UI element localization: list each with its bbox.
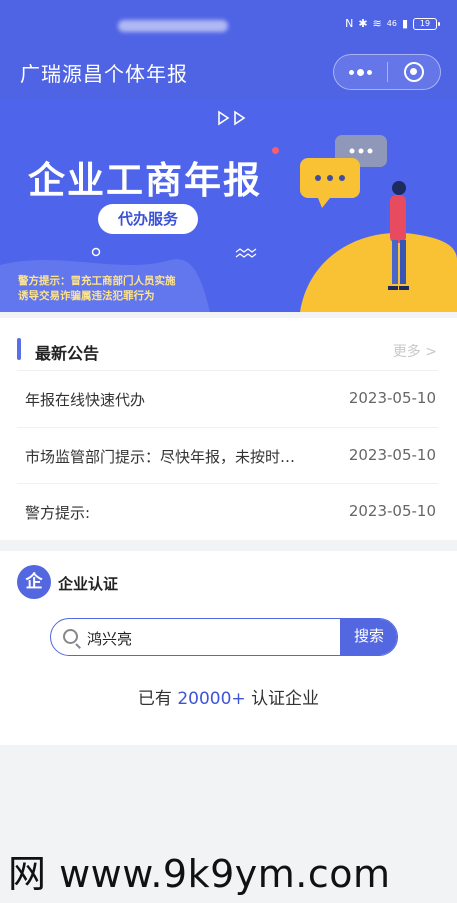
top-header: N ✱ ≋ 46 ▮ 19 广瑞源昌个体年报 [0,0,457,100]
announcement-date: 2023-05-10 [348,389,436,407]
announcement-item[interactable]: 年报在线快速代办 2023-05-10 [17,370,438,426]
announcement-text: 警方提示: [25,504,91,522]
certified-count: 20000+ [177,689,246,709]
announcement-item[interactable]: 警方提示: 2023-05-10 [17,483,438,539]
announcements-section: 最新公告 更多 > 年报在线快速代办 2023-05-10 市场监管部门提示：尽… [0,318,457,540]
enterprise-icon: 企 [17,565,51,599]
more-dots-icon[interactable] [334,54,387,90]
signal-icon: ▮ [401,17,408,30]
search-button[interactable]: 搜索 [340,619,397,655]
service-badge: 代办服务 [98,204,198,234]
wifi-icon: ≋ [372,17,382,30]
battery-icon: 19 [413,17,440,30]
status-icons: N ✱ ≋ 46 ▮ 19 [345,17,440,30]
announcement-item[interactable]: 市场监管部门提示：尽快年报，未按时… 2023-05-10 [17,427,438,483]
banner-dot [272,147,279,154]
police-warning-line1: 警方提示：冒充工商部门人员实施 [18,275,176,287]
announcements-header: 最新公告 更多 > [0,318,457,370]
status-bar: N ✱ ≋ 46 ▮ 19 [0,0,457,42]
network-label: 46 [386,19,397,28]
close-target-icon[interactable] [388,54,440,90]
announcement-date: 2023-05-10 [348,502,436,520]
bluetooth-icon: ✱ [358,17,368,30]
app-title: 广瑞源昌个体年报 [20,62,188,86]
banner-title: 企业工商年报 [28,159,262,202]
status-blur [118,20,228,32]
search-bar: 鸿兴亮 搜索 [50,618,398,656]
announcement-text: 市场监管部门提示：尽快年报，未按时… [25,448,296,466]
more-link[interactable]: 更多 > [393,341,437,361]
certification-title: 企业认证 [58,575,119,593]
promo-banner[interactable]: 企业工商年报 代办服务 警方提示：冒充工商部门人员实施 诱导交易诈骗属违法犯罪行… [0,100,457,312]
stat-prefix: 已有 [137,689,172,709]
police-warning: 警方提示：冒充工商部门人员实施 诱导交易诈骗属违法犯罪行为 [18,274,176,304]
watermark-text: 网 www.9k9ym.com [8,852,391,896]
stat-suffix: 认证企业 [251,689,320,709]
announcements-title: 最新公告 [35,344,100,363]
search-icon [63,629,78,644]
police-warning-line2: 诱导交易诈骗属违法犯罪行为 [18,290,155,302]
enterprise-certification-card: 企 企业认证 鸿兴亮 搜索 已有 20000+ 认证企业 [0,551,457,745]
search-input[interactable]: 鸿兴亮 [87,628,132,649]
nfc-icon: N [345,17,354,30]
announcement-text: 年报在线快速代办 [25,391,146,409]
certified-count-text: 已有 20000+ 认证企业 [0,684,457,709]
section-accent-bar [17,338,21,360]
announcement-date: 2023-05-10 [348,446,436,464]
mini-program-capsule [333,54,441,90]
